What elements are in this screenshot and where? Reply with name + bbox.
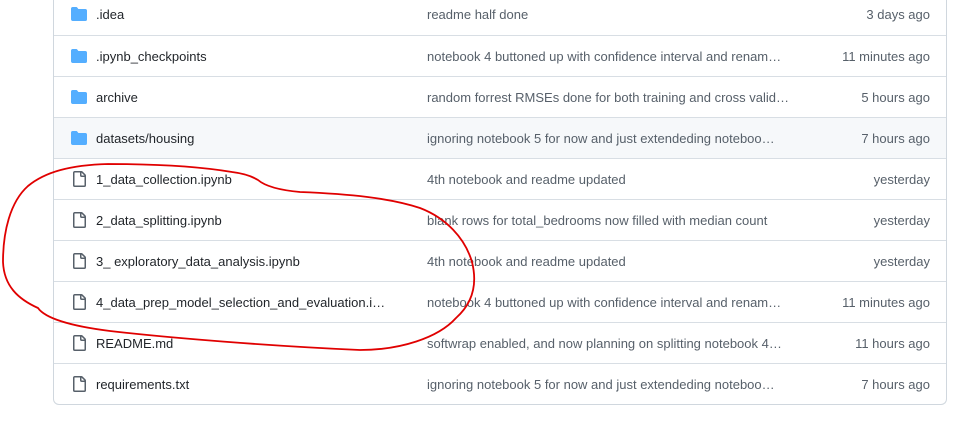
- folder-icon: [71, 49, 87, 63]
- file-row[interactable]: 3_ exploratory_data_analysis.ipynb 4th n…: [54, 240, 946, 281]
- file-icon: [73, 335, 86, 351]
- folder-icon: [71, 7, 87, 21]
- file-name-link[interactable]: 1_data_collection.ipynb: [96, 159, 396, 200]
- file-icon: [73, 294, 86, 310]
- commit-message-link[interactable]: readme half done: [427, 0, 814, 35]
- commit-message-link[interactable]: notebook 4 buttoned up with confidence i…: [427, 282, 814, 323]
- file-list: .idea readme half done 3 days ago .ipynb…: [53, 0, 947, 405]
- folder-icon: [71, 90, 87, 104]
- file-name-link[interactable]: .idea: [96, 0, 396, 35]
- commit-age: yesterday: [873, 254, 930, 269]
- file-row[interactable]: archive random forrest RMSEs done for bo…: [54, 76, 946, 117]
- commit-age: yesterday: [873, 172, 930, 187]
- file-row[interactable]: README.md softwrap enabled, and now plan…: [54, 322, 946, 363]
- file-row[interactable]: 2_data_splitting.ipynb blank rows for to…: [54, 199, 946, 240]
- commit-age: 11 hours ago: [855, 336, 930, 351]
- commit-message-link[interactable]: 4th notebook and readme updated: [427, 159, 814, 200]
- file-name-link[interactable]: 4_data_prep_model_selection_and_evaluati…: [96, 282, 396, 323]
- commit-message-link[interactable]: ignoring notebook 5 for now and just ext…: [427, 118, 814, 159]
- file-name-link[interactable]: .ipynb_checkpoints: [96, 36, 396, 77]
- commit-message-link[interactable]: softwrap enabled, and now planning on sp…: [427, 323, 814, 364]
- file-row[interactable]: 4_data_prep_model_selection_and_evaluati…: [54, 281, 946, 322]
- commit-age: 7 hours ago: [861, 131, 930, 146]
- file-name-link[interactable]: README.md: [96, 323, 396, 364]
- file-icon: [73, 171, 86, 187]
- commit-age: 5 hours ago: [861, 90, 930, 105]
- file-row[interactable]: 1_data_collection.ipynb 4th notebook and…: [54, 158, 946, 199]
- file-name-link[interactable]: 3_ exploratory_data_analysis.ipynb: [96, 241, 396, 282]
- commit-age: yesterday: [873, 213, 930, 228]
- file-row[interactable]: .idea readme half done 3 days ago: [54, 0, 946, 35]
- file-name-link[interactable]: requirements.txt: [96, 364, 396, 405]
- commit-age: 11 minutes ago: [842, 49, 930, 64]
- commit-message-link[interactable]: random forrest RMSEs done for both train…: [427, 77, 814, 118]
- file-name-link[interactable]: 2_data_splitting.ipynb: [96, 200, 396, 241]
- folder-icon: [71, 131, 87, 145]
- commit-message-link[interactable]: ignoring notebook 5 for now and just ext…: [427, 364, 814, 405]
- file-icon: [73, 253, 86, 269]
- commit-message-link[interactable]: blank rows for total_bedrooms now filled…: [427, 200, 814, 241]
- commit-age: 11 minutes ago: [842, 295, 930, 310]
- file-name-link[interactable]: archive: [96, 77, 396, 118]
- file-row[interactable]: .ipynb_checkpoints notebook 4 buttoned u…: [54, 35, 946, 76]
- commit-message-link[interactable]: 4th notebook and readme updated: [427, 241, 814, 282]
- file-icon: [73, 376, 86, 392]
- commit-message-link[interactable]: notebook 4 buttoned up with confidence i…: [427, 36, 814, 77]
- commit-age: 3 days ago: [866, 7, 930, 22]
- file-name-link[interactable]: datasets/housing: [96, 118, 396, 159]
- file-row[interactable]: datasets/housing ignoring notebook 5 for…: [54, 117, 946, 158]
- file-row[interactable]: requirements.txt ignoring notebook 5 for…: [54, 363, 946, 404]
- commit-age: 7 hours ago: [861, 377, 930, 392]
- file-icon: [73, 212, 86, 228]
